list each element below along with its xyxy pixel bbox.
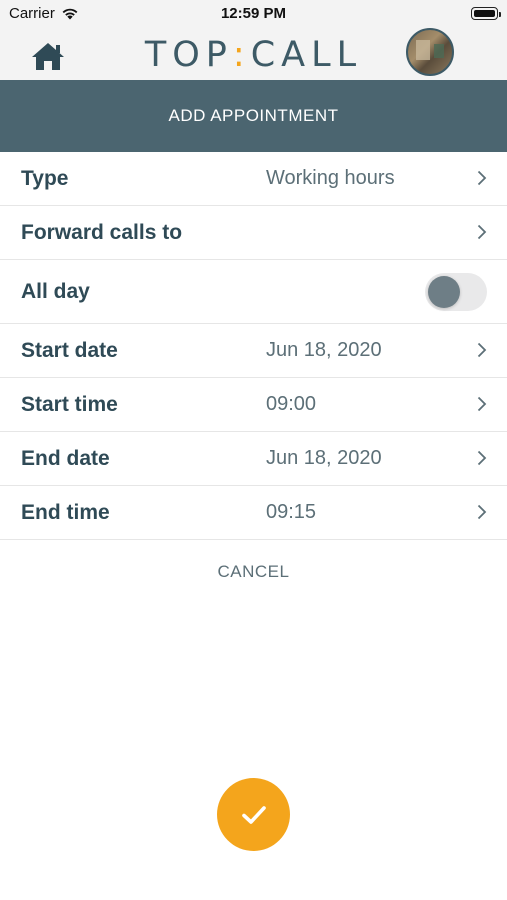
end-time-label: End time <box>21 500 110 524</box>
cancel-button[interactable]: CANCEL <box>0 562 507 582</box>
chevron-right-icon <box>477 342 487 357</box>
start-date-row[interactable]: Start date Jun 18, 2020 <box>0 324 507 378</box>
chevron-right-icon <box>477 224 487 239</box>
start-date-value: Jun 18, 2020 <box>266 339 382 361</box>
end-date-row[interactable]: End date Jun 18, 2020 <box>0 432 507 486</box>
type-label: Type <box>21 166 69 190</box>
logo-colon: : <box>232 35 251 75</box>
status-time: 12:59 PM <box>220 5 287 22</box>
end-date-label: End date <box>21 446 110 470</box>
logo-top: TOP <box>144 35 233 75</box>
user-avatar[interactable] <box>406 28 454 76</box>
type-row[interactable]: Type Working hours <box>0 152 507 206</box>
all-day-label: All day <box>21 279 90 303</box>
page-title: ADD APPOINTMENT <box>168 106 339 125</box>
page-title-bar: ADD APPOINTMENT <box>0 80 507 152</box>
type-value: Working hours <box>266 167 395 189</box>
chevron-right-icon <box>477 396 487 411</box>
chevron-right-icon <box>477 450 487 465</box>
end-date-value: Jun 18, 2020 <box>266 447 382 469</box>
status-bar: Carrier 12:59 PM <box>0 0 507 28</box>
all-day-toggle[interactable] <box>425 272 487 311</box>
forward-calls-row[interactable]: Forward calls to <box>0 206 507 260</box>
battery-icon <box>471 7 501 20</box>
checkmark-icon <box>241 805 266 824</box>
start-time-label: Start time <box>21 392 118 416</box>
chevron-right-icon <box>477 504 487 519</box>
start-time-value: 09:00 <box>266 393 317 415</box>
chevron-right-icon <box>477 170 487 185</box>
all-day-row: All day <box>0 260 507 324</box>
toggle-knob <box>428 275 460 308</box>
start-date-label: Start date <box>21 338 118 362</box>
start-time-row[interactable]: Start time 09:00 <box>0 378 507 432</box>
end-time-value: 09:15 <box>266 501 317 523</box>
end-time-row[interactable]: End time 09:15 <box>0 486 507 540</box>
app-header: TOP:CALL <box>0 28 507 80</box>
confirm-button[interactable] <box>217 778 290 851</box>
logo-call: CALL <box>250 35 363 75</box>
appointment-form: Type Working hours Forward calls to All … <box>0 152 507 540</box>
forward-calls-label: Forward calls to <box>21 220 183 244</box>
